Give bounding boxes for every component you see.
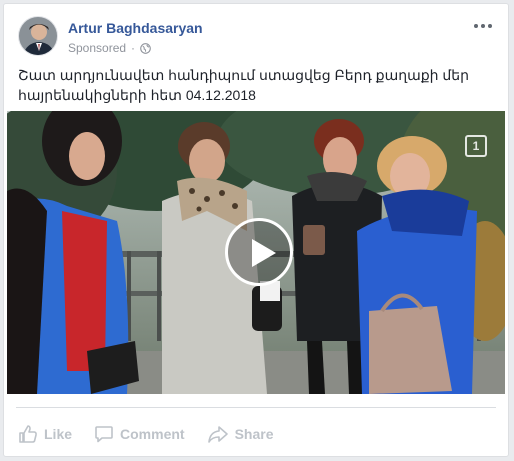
play-button[interactable] [225,218,293,286]
share-icon [207,426,228,443]
comment-icon [95,426,113,443]
globe-icon[interactable] [140,42,151,54]
author-avatar[interactable] [18,16,58,56]
video-player[interactable]: 1 [7,111,505,394]
like-label: Like [44,426,73,442]
share-label: Share [234,426,274,442]
post-caption: Շատ արդյունավետ հանդիպում ստացվեց Բերդ ք… [18,67,470,103]
comment-button[interactable]: Comment [94,424,185,444]
share-button[interactable]: Share [207,424,274,444]
post-meta: Sponsored · [68,41,151,55]
play-icon [252,239,276,267]
more-options-icon[interactable] [472,18,494,34]
author-name-link[interactable]: Artur Baghdasaryan [68,20,203,36]
thumbs-up-icon [19,425,37,443]
sponsored-label[interactable]: Sponsored [68,41,126,55]
meta-separator: · [131,41,136,55]
sponsored-post: Artur Baghdasaryan Sponsored · Շատ արդյո… [3,3,509,457]
like-button[interactable]: Like [18,424,72,444]
post-actions: Like Comment Share [18,422,296,446]
channel-logo: 1 [465,135,487,157]
post-header: Artur Baghdasaryan Sponsored · [18,16,498,60]
comment-label: Comment [120,426,185,442]
actions-divider [16,407,496,408]
